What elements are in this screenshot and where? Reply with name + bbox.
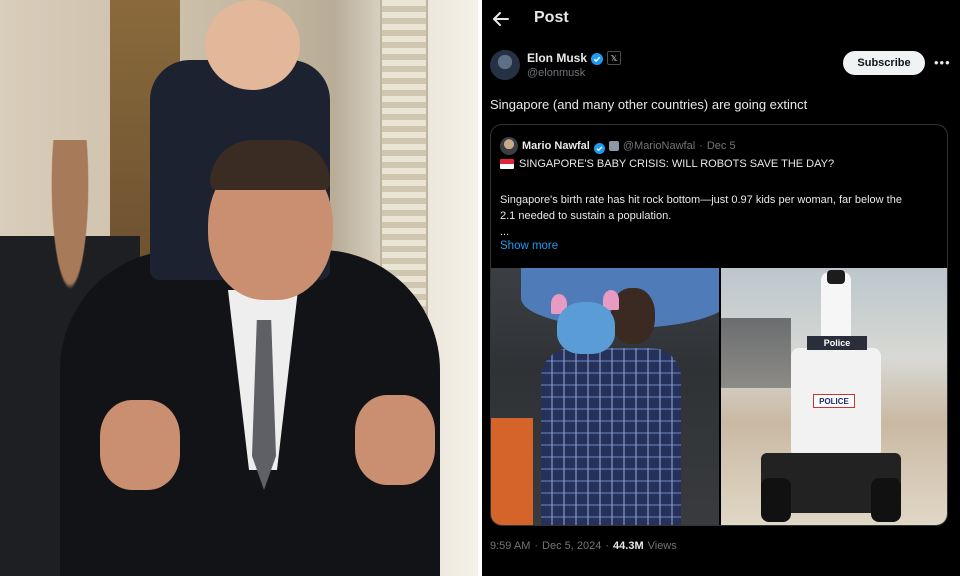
news-photo: [0, 0, 478, 576]
quoted-handle: @MarioNawfal: [622, 140, 696, 152]
quoted-ellipsis: ...: [500, 226, 510, 238]
views-label: Views: [647, 540, 677, 552]
quoted-headline-row: SINGAPORE'S BABY CRISIS: WILL ROBOTS SAV…: [500, 158, 834, 170]
plaid-pattern: [541, 348, 681, 525]
page-title: Post: [534, 9, 569, 26]
singapore-flag-icon: [500, 159, 514, 169]
post-date[interactable]: Dec 5, 2024: [542, 540, 601, 552]
arrow-left-icon[interactable]: [490, 8, 512, 30]
post-text: Singapore (and many other countries) are…: [490, 97, 808, 112]
meta-separator: ·: [534, 540, 539, 552]
bystander: [491, 418, 533, 525]
robot-camera: [827, 270, 845, 284]
post-meta: 9:59 AM · Dec 5, 2024 · 44.3M Views: [490, 540, 677, 552]
quoted-date: Dec 5: [706, 140, 736, 152]
robot-police-sign: Police: [807, 336, 867, 350]
verified-badge-icon: [593, 141, 605, 154]
verified-badge-icon: [591, 52, 604, 65]
author-name-row: Elon Musk 𝕏: [527, 50, 622, 66]
top-bar: Post: [482, 0, 960, 38]
quoted-body: Singapore's birth rate has hit rock bott…: [500, 194, 902, 222]
post-screen: Post Elon Musk 𝕏 @elonmusk Subscribe •••…: [482, 0, 960, 576]
quoted-display-name: Mario Nawfal: [522, 140, 590, 152]
man-right-hand: [355, 395, 435, 485]
man-left-hand: [100, 400, 180, 490]
show-more-link[interactable]: Show more: [500, 240, 558, 252]
more-horizontal-icon[interactable]: •••: [934, 55, 951, 70]
robot-police-label: POLICE: [813, 394, 855, 408]
affiliate-badge-icon: [608, 141, 619, 151]
quoted-author-avatar: [500, 137, 518, 155]
x-logo-icon: 𝕏: [607, 51, 622, 65]
author-avatar[interactable]: [490, 50, 520, 80]
child-hood: [557, 302, 615, 354]
man-hair: [210, 140, 330, 190]
child-face: [205, 0, 300, 90]
subscribe-button[interactable]: Subscribe: [843, 51, 925, 75]
quoted-headline: SINGAPORE'S BABY CRISIS: WILL ROBOTS SAV…: [519, 158, 835, 170]
quoted-media-police-robot[interactable]: Police POLICE: [721, 268, 947, 525]
quoted-header: Mario Nawfal @MarioNawfal · Dec 5: [522, 137, 736, 155]
author-handle[interactable]: @elonmusk: [527, 67, 585, 79]
robot-wheel-right: [871, 478, 901, 522]
background-crowd: [721, 318, 791, 388]
quoted-media-parent-child[interactable]: [491, 268, 719, 525]
quoted-separator: ·: [699, 140, 703, 152]
robot-wheel-left: [761, 478, 791, 522]
views-count: 44.3M: [613, 540, 644, 552]
quoted-post[interactable]: Mario Nawfal @MarioNawfal · Dec 5 SINGAP…: [490, 124, 948, 526]
post-time[interactable]: 9:59 AM: [490, 540, 530, 552]
author-display-name[interactable]: Elon Musk: [527, 51, 587, 65]
meta-separator: ·: [605, 540, 610, 552]
